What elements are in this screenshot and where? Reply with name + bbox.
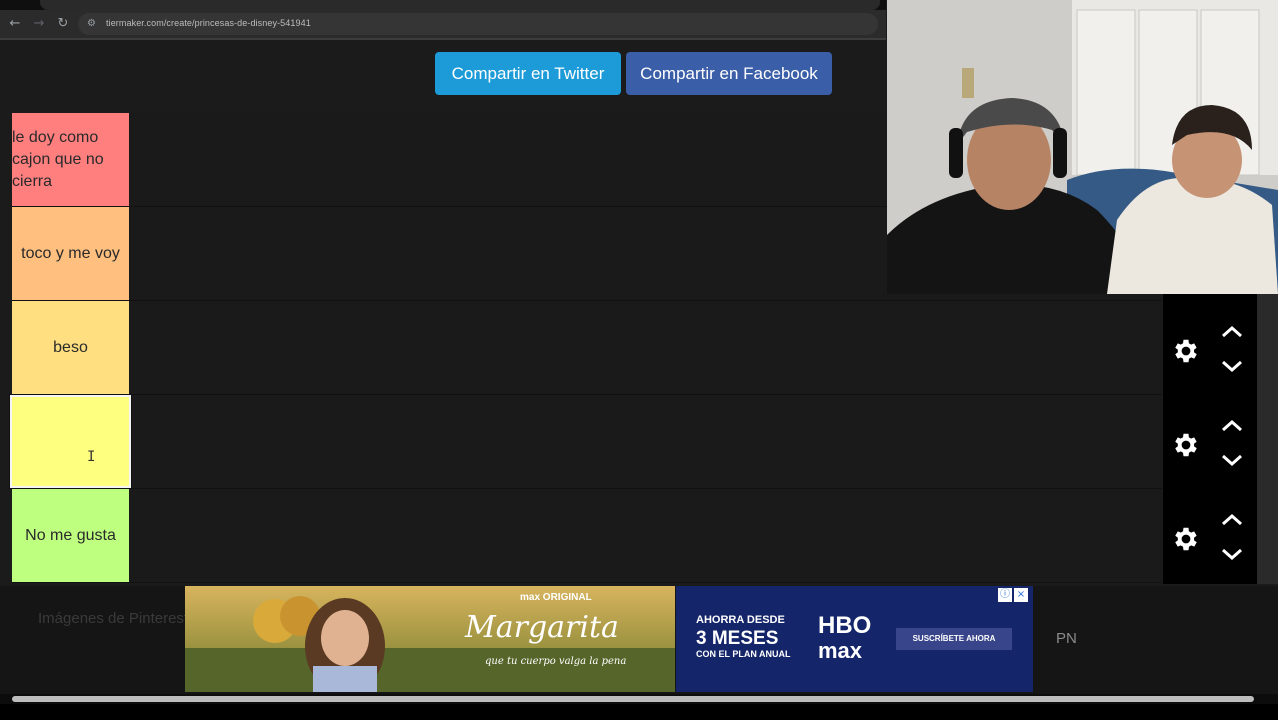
address-bar-area: ← → ↻ ⚙ tiermaker.com/create/princesas-d… <box>0 10 886 38</box>
tier-label[interactable]: No me gusta <box>12 489 129 582</box>
tier-label[interactable]: le doy como cajon que no cierra <box>12 113 129 206</box>
reload-icon[interactable]: ↻ <box>54 15 72 33</box>
margarita-ad[interactable]: max ORIGINAL Margarita que tu cuerpo val… <box>185 586 675 692</box>
scrollbar-thumb[interactable] <box>12 696 1254 702</box>
move-down-icon[interactable] <box>1219 452 1245 468</box>
move-up-icon[interactable] <box>1219 324 1245 340</box>
ad-brand: max ORIGINAL <box>520 592 592 603</box>
toolbar-divider <box>0 38 886 40</box>
gear-icon[interactable] <box>1171 524 1201 554</box>
move-up-icon[interactable] <box>1219 512 1245 528</box>
move-down-icon[interactable] <box>1219 546 1245 562</box>
share-twitter-button[interactable]: Compartir en Twitter <box>435 52 621 95</box>
horizontal-scrollbar[interactable] <box>0 694 1278 704</box>
hbo-logo-top: HBO <box>818 612 872 639</box>
side-text: PN <box>1056 630 1077 647</box>
tier-controls <box>1163 294 1257 584</box>
ad-line3: CON EL PLAN ANUAL <box>696 649 791 659</box>
tier-control <box>1163 302 1257 396</box>
url-text: tiermaker.com/create/princesas-de-disney… <box>106 18 311 28</box>
tab-strip <box>0 0 886 10</box>
webcam-overlay <box>887 0 1278 294</box>
site-info-icon[interactable]: ⚙ <box>87 18 99 30</box>
vertical-scrollbar[interactable] <box>1257 294 1278 584</box>
tier-row: beso <box>12 301 1162 395</box>
share-facebook-button[interactable]: Compartir en Facebook <box>626 52 832 95</box>
tier-items-dropzone[interactable] <box>129 301 1162 394</box>
tier-row: No me gusta <box>12 489 1162 583</box>
tier-label[interactable]: beso <box>12 301 129 394</box>
gear-icon[interactable] <box>1171 336 1201 366</box>
webcam-picture <box>887 0 1278 294</box>
ad-title: Margarita <box>465 610 619 645</box>
move-down-icon[interactable] <box>1219 358 1245 374</box>
active-tab[interactable] <box>40 0 880 10</box>
ad-info-icon[interactable]: ⓘ <box>998 588 1012 602</box>
back-icon[interactable]: ← <box>6 15 24 33</box>
ad-line1: AHORRA DESDE <box>696 614 785 626</box>
tier-label[interactable]: toco y me voy <box>12 207 129 300</box>
tier-row: I <box>9 394 1162 489</box>
ad-tagline: que tu cuerpo valga la pena <box>485 656 627 667</box>
footer-bar <box>0 704 1278 720</box>
gear-icon[interactable] <box>1171 430 1201 460</box>
tier-items-dropzone[interactable] <box>129 489 1162 582</box>
move-up-icon[interactable] <box>1219 418 1245 434</box>
hbo-logo-bottom: max <box>818 638 863 663</box>
ad-close-icon[interactable]: × <box>1014 588 1028 602</box>
url-input[interactable]: ⚙ tiermaker.com/create/princesas-de-disn… <box>78 13 878 35</box>
subscribe-button[interactable]: SUSCRÍBETE AHORA <box>896 628 1012 650</box>
text-cursor-icon: I <box>87 449 96 465</box>
tier-label-editing[interactable]: I <box>9 394 132 489</box>
ad-area: Imágenes de Pinterest max ORIGINAL Marga… <box>0 586 1278 694</box>
ad-line2: 3 MESES <box>696 628 779 649</box>
tier-control <box>1163 396 1257 490</box>
forward-icon[interactable]: → <box>30 15 48 33</box>
tier-control <box>1163 490 1257 584</box>
tier-items-dropzone[interactable] <box>129 395 1162 488</box>
pinterest-images-label[interactable]: Imágenes de Pinterest <box>38 610 188 627</box>
hbo-max-ad[interactable]: AHORRA DESDE 3 MESES CON EL PLAN ANUAL H… <box>676 586 1033 692</box>
